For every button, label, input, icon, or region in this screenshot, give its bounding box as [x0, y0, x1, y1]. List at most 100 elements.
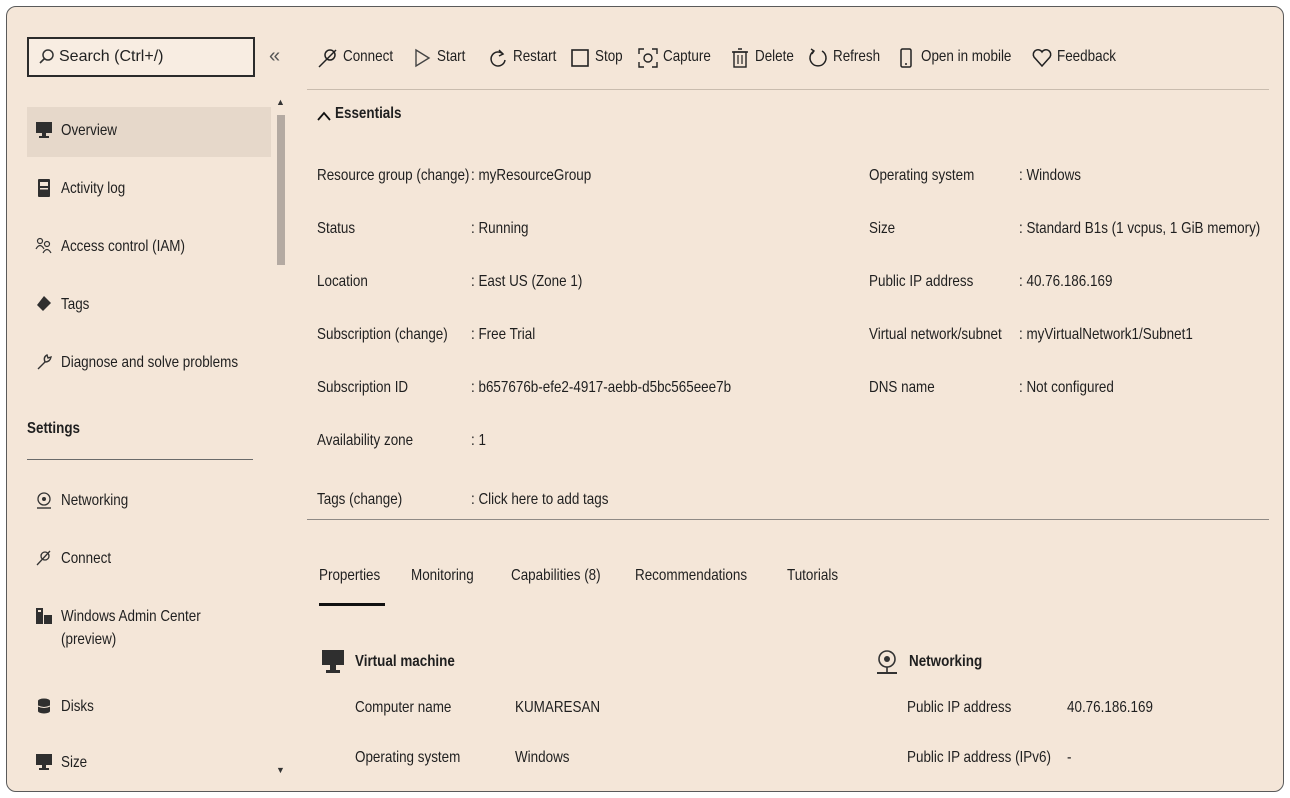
- networking-group: Networking: [875, 649, 1175, 679]
- operating-system-value: Windows: [515, 749, 570, 766]
- sidebar-item-windows-admin-center[interactable]: Windows Admin Center (preview): [27, 593, 271, 659]
- sidebar-item-label: Networking: [61, 492, 129, 509]
- property-key: Public IP address (IPv6): [907, 749, 1051, 766]
- tab-recommendations[interactable]: Recommendations: [635, 567, 768, 607]
- tab-tutorials[interactable]: Tutorials: [787, 567, 848, 607]
- os-value: : Windows: [1019, 167, 1081, 184]
- public-ip-value[interactable]: 40.76.186.169: [1067, 699, 1153, 717]
- connect-icon: [36, 550, 51, 566]
- tab-label: Properties: [319, 567, 381, 584]
- sidebar-item-diagnose[interactable]: Diagnose and solve problems: [27, 339, 271, 389]
- sidebar-item-size[interactable]: Size: [27, 739, 271, 789]
- monitor-icon: [36, 122, 52, 138]
- connect-label: Connect: [343, 48, 394, 65]
- add-tags-link[interactable]: : Click here to add tags: [471, 491, 608, 509]
- sidebar-scrollbar[interactable]: ▲ ▼: [275, 97, 287, 779]
- search-icon: [39, 49, 54, 64]
- resource-group-change-link[interactable]: Resource group (change): [317, 167, 469, 185]
- scroll-up-icon[interactable]: ▲: [276, 97, 285, 107]
- computer-name-value: KUMARESAN: [515, 699, 601, 716]
- divider: [27, 459, 253, 460]
- sidebar-item-label: Tags: [61, 296, 90, 313]
- status-value: : Running: [471, 220, 529, 237]
- scroll-down-icon[interactable]: ▼: [276, 765, 285, 775]
- sidebar-item-label-line2: (preview): [61, 631, 117, 648]
- settings-heading: Settings: [27, 420, 81, 437]
- network-icon: [37, 492, 51, 509]
- virtual-machine-group: Virtual machine: [321, 649, 621, 679]
- search-input[interactable]: [59, 45, 249, 69]
- vm-overview-window: « Overview Activity log Access control (…: [6, 6, 1284, 792]
- monitor-icon: [36, 754, 52, 770]
- essentials-key: Subscription ID: [317, 379, 409, 396]
- tab-label: Capabilities (8): [511, 567, 601, 584]
- sidebar-item-label: Connect: [61, 550, 112, 567]
- sidebar-item-label: Overview: [61, 122, 118, 139]
- public-ip-value[interactable]: : 40.76.186.169: [1019, 273, 1112, 291]
- sidebar-item-activity-log[interactable]: Activity log: [27, 165, 271, 215]
- subscription-value[interactable]: : Free Trial: [471, 326, 535, 344]
- availability-zone-value: : 1: [471, 432, 486, 449]
- capture-label: Capture: [663, 48, 711, 65]
- subscription-id-value: : b657676b-efe2-4917-aebb-d5bc565eee7b: [471, 379, 732, 396]
- tab-properties[interactable]: Properties: [319, 567, 392, 607]
- restart-label: Restart: [513, 48, 557, 65]
- property-key: Public IP address: [907, 699, 1012, 716]
- tab-capabilities[interactable]: Capabilities (8): [511, 567, 618, 607]
- essentials-key: Availability zone: [317, 432, 414, 449]
- search-box[interactable]: [27, 37, 255, 77]
- sidebar-item-label: Disks: [61, 698, 94, 715]
- scroll-thumb[interactable]: [277, 115, 285, 265]
- subscription-change-link[interactable]: Subscription (change): [317, 326, 448, 344]
- network-icon: [877, 650, 897, 674]
- start-label: Start: [437, 48, 466, 65]
- dns-value[interactable]: : Not configured: [1019, 379, 1114, 397]
- sidebar-item-access-control[interactable]: Access control (IAM): [27, 223, 271, 273]
- mobile-icon: [900, 48, 912, 68]
- monitor-icon: [322, 650, 344, 673]
- toolbar-divider: [307, 89, 1269, 90]
- sidebar-nav: Overview Activity log Access control (IA…: [27, 97, 271, 791]
- sidebar-item-tags[interactable]: Tags: [27, 281, 271, 331]
- stop-label: Stop: [595, 48, 623, 65]
- networking-title: Networking: [909, 653, 983, 670]
- virtual-machine-title: Virtual machine: [355, 653, 455, 670]
- sidebar-item-label: Windows Admin Center: [61, 608, 201, 625]
- tab-monitoring[interactable]: Monitoring: [411, 567, 486, 607]
- tab-label: Recommendations: [635, 567, 748, 584]
- sidebar-item-label: Activity log: [61, 180, 126, 197]
- tag-icon: [37, 296, 51, 311]
- sidebar-item-overview[interactable]: Overview: [27, 107, 271, 157]
- capture-icon: [638, 48, 658, 68]
- tab-label: Monitoring: [411, 567, 474, 584]
- public-ipv6-value: -: [1067, 749, 1072, 766]
- essentials-key: Status: [317, 220, 356, 237]
- sidebar-item-networking[interactable]: Networking: [27, 477, 271, 527]
- essentials-title: Essentials: [335, 105, 402, 122]
- essentials-key: Public IP address: [869, 273, 974, 290]
- location-value: : East US (Zone 1): [471, 273, 583, 290]
- property-key: Operating system: [355, 749, 461, 766]
- sidebar-item-label: Access control (IAM): [61, 238, 185, 255]
- refresh-label: Refresh: [833, 48, 881, 65]
- people-icon: [35, 237, 52, 254]
- disk-icon: [37, 698, 51, 714]
- essentials-divider: [307, 519, 1269, 520]
- sidebar-item-disks[interactable]: Disks: [27, 683, 271, 733]
- vnet-value[interactable]: : myVirtualNetwork1/Subnet1: [1019, 326, 1193, 344]
- size-value[interactable]: : Standard B1s (1 vcpus, 1 GiB memory): [1019, 220, 1260, 238]
- log-icon: [38, 179, 50, 197]
- resource-group-value[interactable]: : myResourceGroup: [471, 167, 591, 185]
- tab-label: Tutorials: [787, 567, 839, 584]
- sidebar-item-connect[interactable]: Connect: [27, 535, 271, 585]
- admin-center-icon: [36, 608, 52, 624]
- essentials-key: Location: [317, 273, 368, 290]
- collapse-sidebar-button[interactable]: «: [269, 45, 280, 68]
- sidebar-item-label: Diagnose and solve problems: [61, 354, 239, 371]
- open-in-mobile-label: Open in mobile: [921, 48, 1012, 65]
- tags-change-link[interactable]: Tags (change): [317, 491, 402, 509]
- essentials-key: Virtual network/subnet: [869, 326, 1002, 343]
- refresh-icon: [809, 48, 827, 67]
- delete-label: Delete: [755, 48, 794, 65]
- essentials-key: Operating system: [869, 167, 975, 184]
